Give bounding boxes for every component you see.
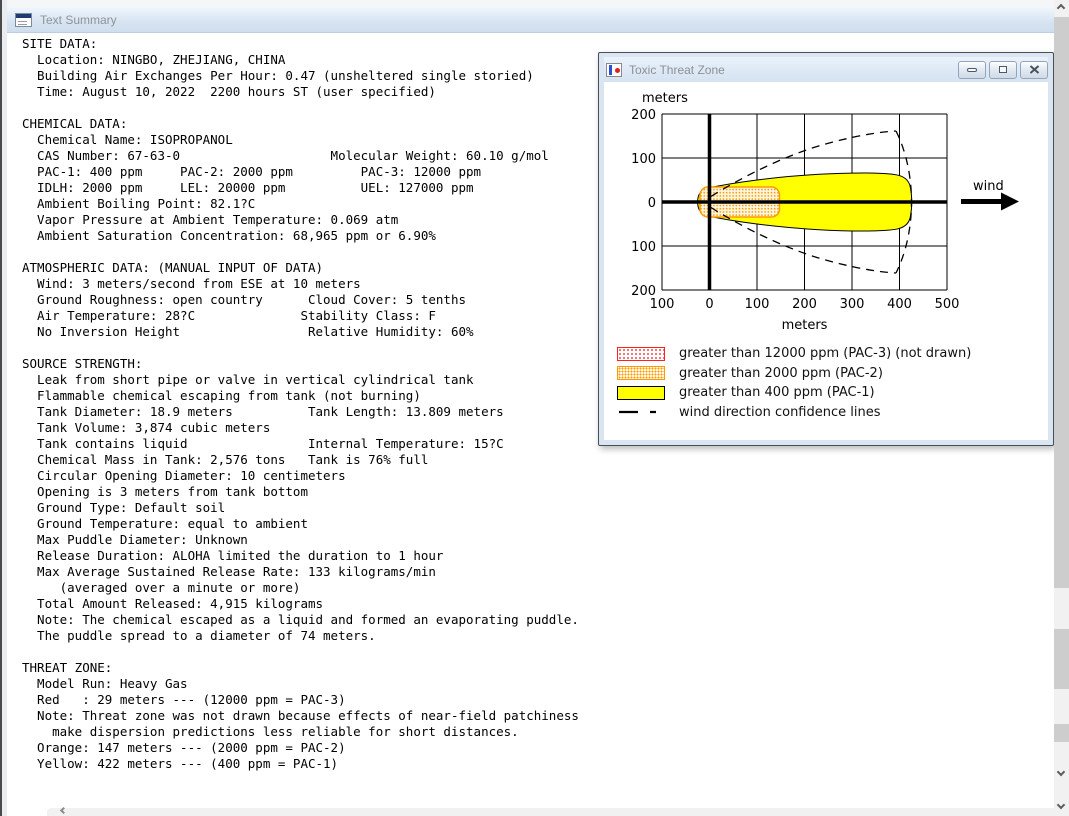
maximize-icon [999, 66, 1007, 73]
wind-arrow-icon [961, 192, 1019, 211]
pac1-swatch-icon [617, 385, 665, 400]
x-axis-unit-label: meters [782, 318, 828, 333]
close-button[interactable] [1020, 60, 1048, 79]
x-tick-labels: 100 0 100 200 300 400 500 [650, 297, 960, 312]
vertical-scrollbar-segment[interactable] [1054, 629, 1069, 689]
horizontal-scrollbar[interactable] [47, 806, 1054, 816]
window-top-strip [7, 0, 1054, 8]
pac2-swatch-icon [617, 366, 665, 381]
scroll-left-icon[interactable] [59, 806, 68, 815]
legend-item-confidence: wind direction confidence lines [617, 403, 971, 423]
text-summary-window-icon [15, 13, 32, 27]
toxic-threat-zone-titlebar[interactable]: Toxic Threat Zone [604, 57, 1048, 82]
toxic-threat-zone-title: Toxic Threat Zone [629, 62, 725, 77]
text-summary-title: Text Summary [40, 13, 117, 27]
pac3-swatch-icon [617, 346, 665, 361]
y-tick-labels: 200 100 0 100 200 [631, 108, 656, 299]
legend-item-pac1: greater than 400 ppm (PAC-1) [617, 383, 971, 403]
threat-zone-chart-icon [606, 62, 622, 77]
svg-text:400: 400 [887, 297, 912, 312]
svg-text:100: 100 [745, 297, 770, 312]
minimize-icon [967, 67, 977, 72]
vertical-scrollbar[interactable] [1054, 0, 1069, 816]
scroll-down-icon-outer[interactable] [1056, 800, 1066, 810]
text-summary-titlebar[interactable]: Text Summary [7, 8, 1054, 33]
toxic-threat-zone-content: meters 200 100 0 100 200 100 0 100 200 3… [604, 82, 1048, 440]
scroll-down-icon[interactable] [1056, 767, 1066, 777]
svg-text:300: 300 [840, 297, 865, 312]
svg-text:0: 0 [648, 196, 656, 211]
legend-item-pac2: greater than 2000 ppm (PAC-2) [617, 364, 971, 384]
maximize-button[interactable] [989, 60, 1017, 79]
svg-text:0: 0 [705, 297, 713, 312]
svg-text:200: 200 [631, 108, 656, 123]
close-icon [1029, 65, 1039, 74]
aloha-app-window: Text Summary SITE DATA: Location: NINGBO… [0, 0, 1069, 816]
svg-text:200: 200 [792, 297, 817, 312]
svg-text:100: 100 [631, 152, 656, 167]
vertical-scrollbar-thumb[interactable] [1054, 17, 1069, 588]
svg-text:100: 100 [631, 240, 656, 255]
svg-text:500: 500 [935, 297, 960, 312]
plot-legend: greater than 12000 ppm (PAC-3) (not draw… [617, 344, 971, 422]
y-axis-unit-label: meters [642, 91, 688, 106]
scroll-up-icon[interactable] [1056, 3, 1066, 13]
legend-item-pac3: greater than 12000 ppm (PAC-3) (not draw… [617, 344, 971, 364]
vertical-scrollbar-segment-2[interactable] [1054, 724, 1069, 742]
threat-zone-plot: meters 200 100 0 100 200 100 0 100 200 3… [631, 91, 1019, 333]
toxic-threat-zone-window: Toxic Threat Zone meters 200 100 0 100 2… [598, 52, 1054, 446]
text-summary-content: SITE DATA: Location: NINGBO, ZHEJIANG, C… [22, 36, 579, 771]
dashed-line-swatch-icon [619, 411, 663, 414]
minimize-button[interactable] [958, 60, 986, 79]
wind-label: wind [973, 179, 1004, 194]
svg-text:100: 100 [650, 297, 675, 312]
